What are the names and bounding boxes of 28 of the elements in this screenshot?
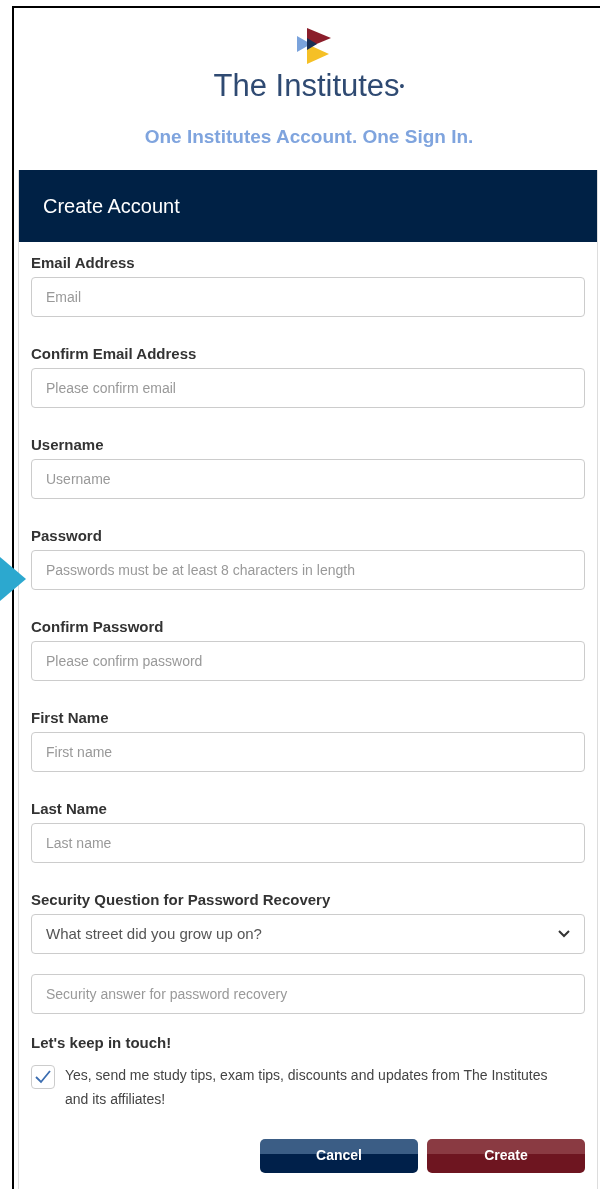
checkbox-label: Yes, send me study tips, exam tips, discounts and updates from The Institutes and its affiliates! — [65, 1065, 549, 1109]
security-question-select[interactable]: What street did you grow up on? — [31, 914, 585, 954]
tagline: One Institutes Account. One Sign In. — [144, 125, 474, 149]
chevron-down-icon — [558, 930, 570, 938]
checkbox[interactable] — [31, 1064, 55, 1089]
input-field[interactable]: Last name — [31, 823, 585, 863]
input-field[interactable]: Passwords must be at least 8 characters in length — [31, 550, 585, 590]
field-label: Confirm Password — [31, 617, 165, 637]
input-field[interactable]: Username — [31, 459, 585, 499]
create-button[interactable]: Create — [427, 1138, 585, 1173]
logo-text: The Institutes• — [213, 68, 405, 104]
field-label: First Name — [31, 708, 110, 728]
header-title: Create Account — [43, 194, 180, 219]
cancel-button[interactable]: Cancel — [260, 1138, 418, 1173]
field-label: Username — [31, 435, 105, 455]
field-label: Last Name — [31, 799, 108, 819]
input-field[interactable]: Please confirm email — [31, 368, 585, 408]
checkmark-icon — [35, 1069, 51, 1084]
input-field[interactable]: Email — [31, 277, 585, 317]
field-label: Security Question for Password Recovery — [31, 890, 332, 910]
input-field[interactable]: Security answer for password recovery — [31, 974, 585, 1014]
field-label: Password — [31, 526, 103, 546]
section-heading: Let's keep in touch! — [31, 1033, 173, 1053]
input-field[interactable]: Please confirm password — [31, 641, 585, 681]
field-label: Confirm Email Address — [31, 344, 198, 364]
input-field[interactable]: First name — [31, 732, 585, 772]
field-label: Email Address — [31, 253, 136, 273]
logo-icon — [297, 28, 331, 64]
